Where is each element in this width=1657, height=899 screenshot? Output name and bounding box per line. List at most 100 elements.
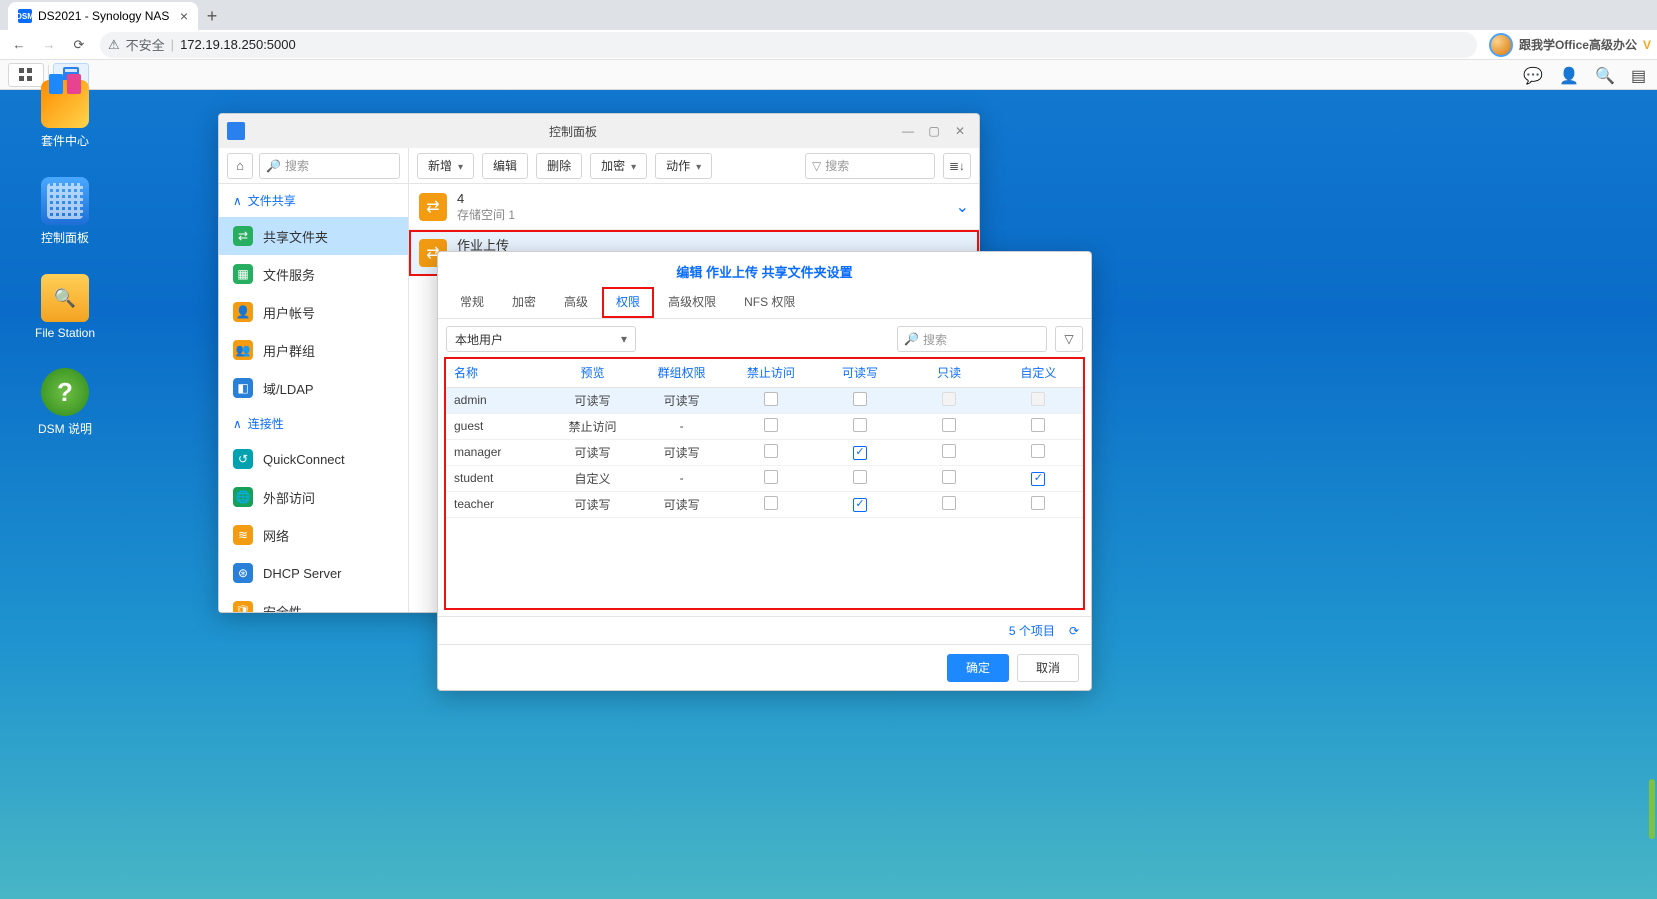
checkbox[interactable] <box>764 496 778 510</box>
col-ro[interactable]: 只读 <box>905 359 994 387</box>
address-input[interactable]: ⚠ 不安全 | 172.19.18.250:5000 <box>100 32 1477 58</box>
refresh-icon[interactable]: ⟳ <box>1069 624 1079 638</box>
col-name[interactable]: 名称 <box>446 359 548 387</box>
desktop-icon-dsm-help[interactable]: ? DSM 说明 <box>30 368 100 437</box>
sort-button[interactable]: ≣↓ <box>943 153 971 179</box>
new-button[interactable]: 新增 <box>417 153 474 179</box>
ok-button[interactable]: 确定 <box>947 654 1009 682</box>
checkbox[interactable] <box>764 470 778 484</box>
dhcp-icon: ⊛ <box>233 563 253 583</box>
sidebar-item-dhcp[interactable]: ⊛DHCP Server <box>219 554 408 592</box>
share-row[interactable]: ⇄ 4 存储空间 1 ⌄ <box>409 184 979 230</box>
browser-profile[interactable]: 跟我学Office高级办公 V <box>1489 33 1651 57</box>
edit-button[interactable]: 编辑 <box>482 153 528 179</box>
col-no-access[interactable]: 禁止访问 <box>726 359 815 387</box>
forward-button[interactable]: → <box>36 32 62 58</box>
checkbox[interactable] <box>942 392 956 406</box>
favicon: DSM <box>18 9 32 23</box>
close-button[interactable]: ✕ <box>949 124 971 138</box>
delete-button[interactable]: 删除 <box>536 153 582 179</box>
filter-input[interactable]: ▽搜索 <box>805 153 935 179</box>
table-row[interactable]: manager可读写可读写 <box>446 439 1083 465</box>
checkbox[interactable] <box>942 470 956 484</box>
globe-icon: 🌐 <box>233 487 253 507</box>
window-titlebar[interactable]: 控制面板 — ▢ ✕ <box>219 114 979 148</box>
sidebar-item-user[interactable]: 👤用户帐号 <box>219 293 408 331</box>
chat-icon[interactable]: 💬 <box>1523 66 1541 84</box>
cell-ro <box>905 413 994 439</box>
col-preview[interactable]: 预览 <box>548 359 637 387</box>
sidebar-item-label: 域/LDAP <box>263 379 314 398</box>
search-icon: 🔎 <box>266 159 281 173</box>
permissions-search-input[interactable]: 🔎 搜索 <box>897 326 1047 352</box>
checkbox[interactable] <box>942 496 956 510</box>
home-button[interactable]: ⌂ <box>227 153 253 179</box>
user-icon[interactable]: 👤 <box>1559 66 1577 84</box>
checkbox[interactable] <box>764 444 778 458</box>
tab-advanced[interactable]: 高级 <box>550 287 602 318</box>
checkbox[interactable] <box>1031 496 1045 510</box>
checkbox[interactable] <box>1031 392 1045 406</box>
checkbox[interactable] <box>853 392 867 406</box>
action-button[interactable]: 动作 <box>655 153 712 179</box>
tab-permissions[interactable]: 权限 <box>602 287 654 318</box>
checkbox[interactable] <box>853 446 867 460</box>
sidebar-category-connectivity[interactable]: ∧连接性 <box>219 407 408 440</box>
new-tab-button[interactable]: + <box>198 2 226 30</box>
checkbox[interactable] <box>1031 418 1045 432</box>
sidebar-item-group[interactable]: 👥用户群组 <box>219 331 408 369</box>
checkbox[interactable] <box>942 418 956 432</box>
sidebar-item-file-services[interactable]: ▦文件服务 <box>219 255 408 293</box>
sidebar-item-shared-folder[interactable]: ⇄共享文件夹 <box>219 217 408 255</box>
tab-general[interactable]: 常规 <box>446 287 498 318</box>
share-name: 4 <box>457 191 515 206</box>
table-row[interactable]: admin可读写可读写 <box>446 387 1083 413</box>
sidebar-item-external-access[interactable]: 🌐外部访问 <box>219 478 408 516</box>
desktop-icon-file-station[interactable]: File Station <box>30 274 100 340</box>
checkbox[interactable] <box>1031 472 1045 486</box>
table-row[interactable]: guest禁止访问- <box>446 413 1083 439</box>
sidebar-item-domain[interactable]: ◧ 域/LDAP <box>219 369 408 407</box>
search-icon[interactable]: 🔍 <box>1595 66 1613 84</box>
col-rw[interactable]: 可读写 <box>815 359 904 387</box>
widget-icon[interactable]: ▤ <box>1631 66 1649 84</box>
checkbox[interactable] <box>764 392 778 406</box>
chevron-down-icon[interactable]: ⌄ <box>956 197 969 217</box>
close-icon[interactable]: × <box>180 8 188 24</box>
checkbox[interactable] <box>1031 444 1045 458</box>
tab-advanced-permissions[interactable]: 高级权限 <box>654 287 730 318</box>
sidebar-item-quickconnect[interactable]: ↺QuickConnect <box>219 440 408 478</box>
permissions-filter-button[interactable]: ▽ <box>1055 326 1083 352</box>
checkbox[interactable] <box>942 444 956 458</box>
browser-tab[interactable]: DSM DS2021 - Synology NAS × <box>8 2 198 30</box>
col-group-perm[interactable]: 群组权限 <box>637 359 726 387</box>
table-row[interactable]: student自定义- <box>446 465 1083 491</box>
minimize-button[interactable]: — <box>897 124 919 138</box>
checkbox[interactable] <box>764 418 778 432</box>
scrollbar[interactable] <box>1649 779 1655 839</box>
sidebar-search-input[interactable]: 🔎 搜索 <box>259 153 400 179</box>
cancel-button[interactable]: 取消 <box>1017 654 1079 682</box>
domain-icon: ◧ <box>233 378 253 398</box>
sidebar-category-file-sharing[interactable]: ∧文件共享 <box>219 184 408 217</box>
tab-encrypt[interactable]: 加密 <box>498 287 550 318</box>
col-custom[interactable]: 自定义 <box>994 359 1083 387</box>
desktop-icon-control-panel[interactable]: 控制面板 <box>30 177 100 246</box>
maximize-button[interactable]: ▢ <box>923 124 945 138</box>
checkbox[interactable] <box>853 418 867 432</box>
checkbox[interactable] <box>853 470 867 484</box>
cell-rw <box>815 387 904 413</box>
cell-preview: 可读写 <box>548 387 637 413</box>
sidebar-item-network[interactable]: ≋网络 <box>219 516 408 554</box>
checkbox[interactable] <box>853 498 867 512</box>
sidebar-item-security[interactable]: 🛡安全性 <box>219 592 408 612</box>
permissions-table-area: 名称 预览 群组权限 禁止访问 可读写 只读 自定义 admin可读写可读写gu… <box>446 359 1083 608</box>
back-button[interactable]: ← <box>6 32 32 58</box>
reload-button[interactable]: ⟳ <box>66 32 92 58</box>
tab-nfs-permissions[interactable]: NFS 权限 <box>730 287 809 318</box>
table-row[interactable]: teacher可读写可读写 <box>446 491 1083 517</box>
share-folder-icon: ⇄ <box>419 193 447 221</box>
user-type-select[interactable]: 本地用户 ▾ <box>446 326 636 352</box>
encrypt-button[interactable]: 加密 <box>590 153 647 179</box>
desktop-icon-package-center[interactable]: 套件中心 <box>30 80 100 149</box>
